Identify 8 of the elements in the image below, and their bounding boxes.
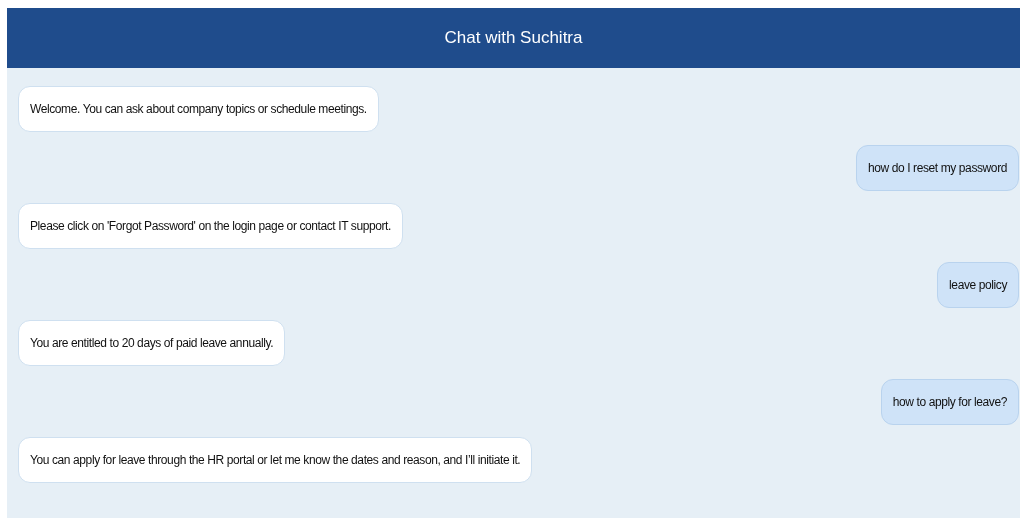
bot-message: You are entitled to 20 days of paid leave annually. <box>18 320 286 366</box>
chat-title: Chat with Suchitra <box>444 28 583 48</box>
bot-message: You can apply for leave through the HR portal or let me know the dates and reason, and I’ll initiate it. <box>18 437 533 483</box>
user-message: how do I reset my password <box>856 144 1019 191</box>
bot-message: Please click on 'Forgot Password' on the login page or contact IT support. <box>18 203 403 249</box>
user-message: leave policy <box>937 261 1019 308</box>
bot-message: Welcome. You can ask about company topics or schedule meetings. <box>18 86 379 132</box>
user-message: how to apply for leave? <box>880 378 1019 425</box>
